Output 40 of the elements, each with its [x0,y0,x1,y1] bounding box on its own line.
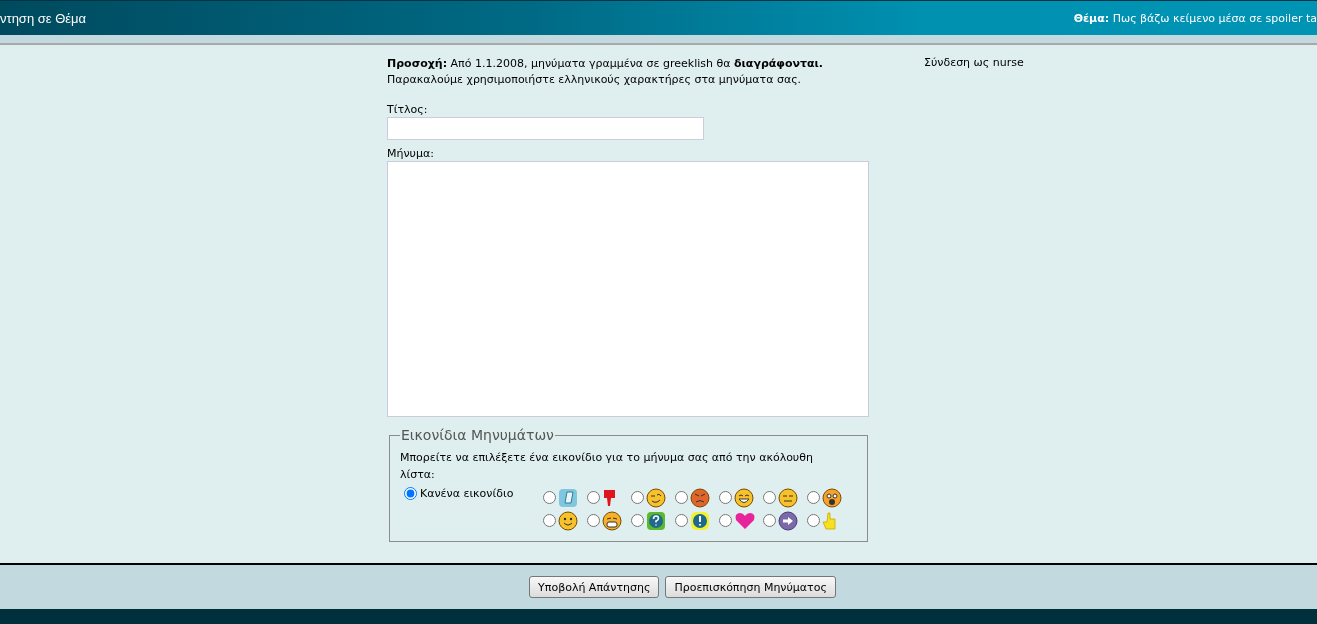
no-icon-label: Κανένα εικονίδιο [420,487,514,500]
warning-text: Προσοχή: Από 1.1.2008, μηνύματα γραμμένα σε greeklish θα διαγράφονται. [387,56,825,72]
icon-radio[interactable] [807,514,820,527]
icon-radio[interactable] [675,514,688,527]
heart-icon [734,510,756,531]
icon-radio[interactable] [587,491,600,504]
topic-title: Θέμα: Πως βάζω κείμενο μέσα σε spoiler ta [1073,11,1317,25]
grinning-face-icon [734,487,754,508]
icon-radio[interactable] [763,514,776,527]
icon-radio[interactable] [631,514,644,527]
shocked-face-icon [822,487,842,508]
no-icon-radio[interactable] [404,487,417,500]
angry-face-icon [690,487,710,508]
instruction-text: Παρακαλούμε χρησιμοποιήστε ελληνικούς χαρακτήρες στα μηνύματα σας. [387,72,803,88]
thumbs-down-icon [602,487,618,508]
title-label: Τίτλος: [387,102,429,117]
panel-legend: Εικονίδια Μηνυμάτων [400,427,555,443]
winking-face-icon [646,487,666,508]
icon-radio[interactable] [631,491,644,504]
neutral-face-icon [778,487,798,508]
icon-radio[interactable] [543,491,556,504]
icon-radio[interactable] [587,514,600,527]
icon-radio[interactable] [763,491,776,504]
page-title: ντηση σε Θέμα [0,10,87,26]
message-label: Μήνυμα: [387,146,435,161]
smiling-face-icon [558,510,578,531]
title-field[interactable] [387,117,704,140]
icon-radio[interactable] [807,491,820,504]
icon-radio[interactable] [719,514,732,527]
submit-button[interactable]: Υποβολή Απάντησης [529,576,660,598]
exclamation-mark-icon [690,510,710,531]
icon-radio[interactable] [543,514,556,527]
login-status: Σύνδεση ως nurse [924,56,1024,69]
hint-text: Μπορείτε να επιλέξετε ένα εικονίδιο για το μήνυμα σας από την ακόλουθη λίστα: [400,450,814,483]
icon-radio[interactable] [675,491,688,504]
question-mark-icon [646,510,666,531]
preview-button[interactable]: Προεπισκόπηση Μηνύματος [665,576,836,598]
icon-radio[interactable] [719,491,732,504]
thumbs-up-icon [822,511,836,530]
message-field[interactable] [387,161,869,417]
